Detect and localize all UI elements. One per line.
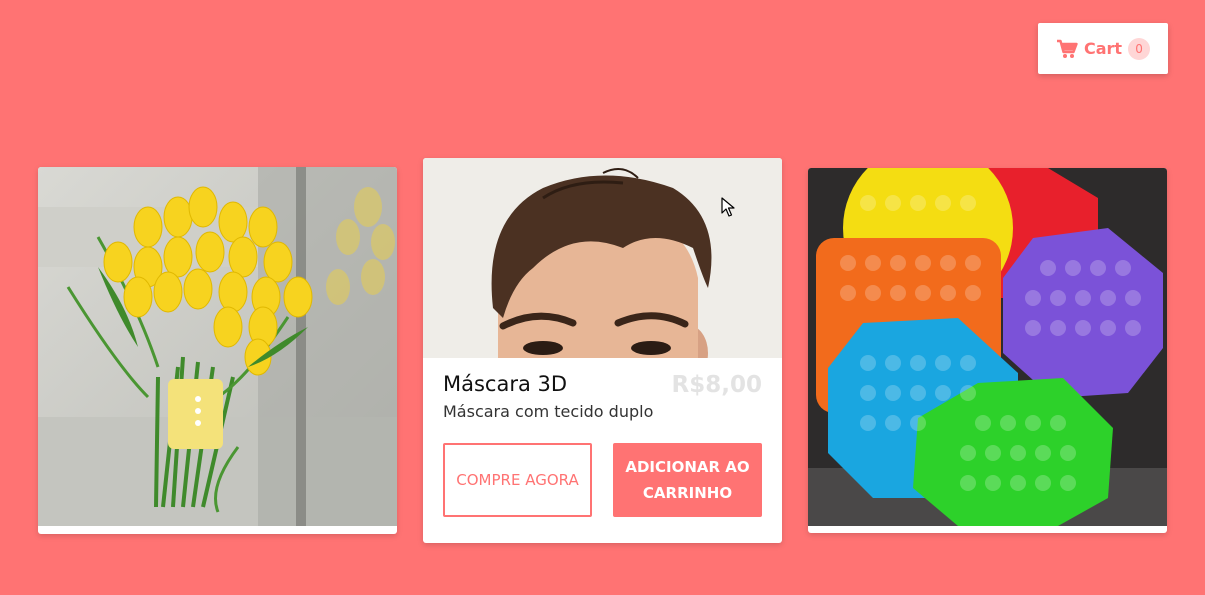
shopping-cart-icon — [1056, 39, 1078, 59]
add-to-cart-button[interactable]: ADICIONAR AO CARRINHO — [613, 443, 762, 517]
product-description: Máscara com tecido duplo — [443, 402, 654, 421]
buy-now-button[interactable]: COMPRE AGORA — [443, 443, 592, 517]
product-card-tulips[interactable] — [38, 167, 397, 534]
product-image-pop-it[interactable] — [808, 168, 1167, 526]
cart-button[interactable]: Cart 0 — [1038, 23, 1168, 74]
cart-count-badge: 0 — [1128, 37, 1151, 60]
product-price: R$8,00 — [671, 372, 762, 398]
mouse-cursor-icon — [721, 197, 735, 222]
product-image-mascara[interactable] — [423, 158, 782, 358]
product-image-tulips[interactable] — [38, 167, 397, 526]
product-card-pop-it[interactable] — [808, 168, 1167, 533]
cart-label: Cart — [1083, 39, 1123, 58]
